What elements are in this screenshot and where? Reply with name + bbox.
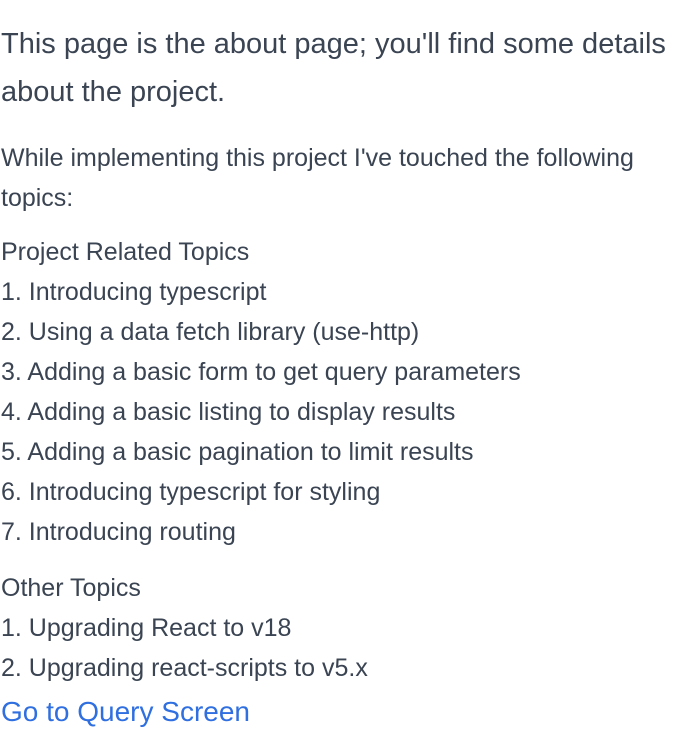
project-topics-title: Project Related Topics	[1, 238, 250, 266]
list-item: 4. Adding a basic listing to display res…	[1, 398, 456, 426]
intro-text: While implementing this project I've tou…	[1, 144, 634, 212]
list-item: 6. Introducing typescript for styling	[1, 478, 381, 506]
list-item: 1. Introducing typescript	[1, 278, 267, 306]
list-item: 5. Adding a basic pagination to limit re…	[1, 438, 474, 466]
list-item: 2. Using a data fetch library (use-http)	[1, 318, 420, 346]
project-topics-list: 1. Introducing typescript 2. Using a dat…	[1, 272, 681, 552]
list-item: 2. Upgrading react-scripts to v5.x	[1, 654, 368, 682]
list-item: 1. Upgrading React to v18	[1, 614, 292, 642]
other-topics-list: 1. Upgrading React to v18 2. Upgrading r…	[1, 608, 681, 688]
other-topics-section: Other Topics 1. Upgrading React to v18 2…	[1, 568, 681, 688]
page-heading: This page is the about page; you'll find…	[1, 28, 666, 108]
other-topics-title: Other Topics	[1, 574, 141, 602]
list-item: 3. Adding a basic form to get query para…	[1, 358, 521, 386]
about-page: This page is the about page; you'll find…	[0, 0, 686, 732]
project-topics-section: Project Related Topics 1. Introducing ty…	[1, 232, 681, 552]
go-to-query-screen-link[interactable]: Go to Query Screen	[1, 690, 250, 734]
list-item: 7. Introducing routing	[1, 518, 236, 546]
